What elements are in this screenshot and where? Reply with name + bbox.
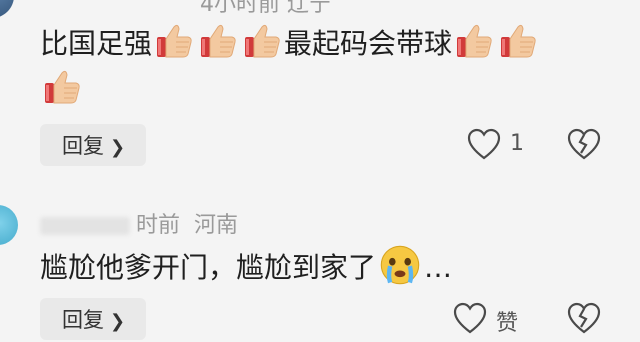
comment-meta: 4小时前 辽宁 — [200, 0, 331, 17]
thumbs-up-icon — [198, 21, 238, 61]
heart-icon[interactable] — [466, 127, 502, 163]
crying-face-emoji — [380, 245, 420, 285]
thumbs-up-icon — [498, 21, 538, 61]
ellipsis: … — [424, 251, 453, 284]
comment-text-line2 — [40, 67, 84, 113]
broken-heart-icon[interactable] — [566, 301, 602, 337]
thumbs-up-icon — [154, 21, 194, 61]
comment-text-part: 尴尬他爹开门，尴尬到家了 — [40, 251, 377, 284]
reply-label: 回复 — [62, 308, 104, 332]
like-label: 赞 — [496, 311, 519, 336]
chevron-right-icon: ❯ — [110, 311, 126, 332]
comment-text: 尴尬他爹开门，尴尬到家了 … — [40, 243, 452, 291]
reply-button[interactable]: 回复 ❯ — [40, 298, 146, 340]
thumbs-up-icon — [242, 21, 282, 61]
thumbs-up-icon — [42, 67, 82, 107]
chevron-right-icon: ❯ — [110, 137, 126, 158]
broken-heart-icon[interactable] — [566, 127, 602, 163]
username-blurred[interactable] — [40, 217, 130, 235]
like-count: 1 — [510, 131, 524, 156]
comment-time: 时前 — [136, 213, 181, 238]
comment-text: 比国足强 最起码会带球 — [40, 21, 540, 67]
avatar[interactable] — [0, 205, 18, 245]
thumbs-up-icon — [454, 21, 494, 61]
reply-button[interactable]: 回复 ❯ — [40, 124, 146, 166]
comment-item: 4小时前 辽宁 比国足强 最起码会带球 回复 ❯ 1 — [0, 0, 640, 175]
avatar[interactable] — [0, 0, 14, 18]
reply-label: 回复 — [62, 134, 104, 158]
heart-icon[interactable] — [452, 301, 488, 337]
comment-item: 时前 河南 尴尬他爹开门，尴尬到家了 … 回复 ❯ 赞 — [0, 175, 640, 342]
comment-text-part: 比国足强 — [40, 27, 153, 60]
comment-text-part: 最起码会带球 — [284, 27, 453, 60]
comment-meta: 时前 河南 — [40, 207, 238, 239]
comment-location: 河南 — [194, 213, 239, 238]
